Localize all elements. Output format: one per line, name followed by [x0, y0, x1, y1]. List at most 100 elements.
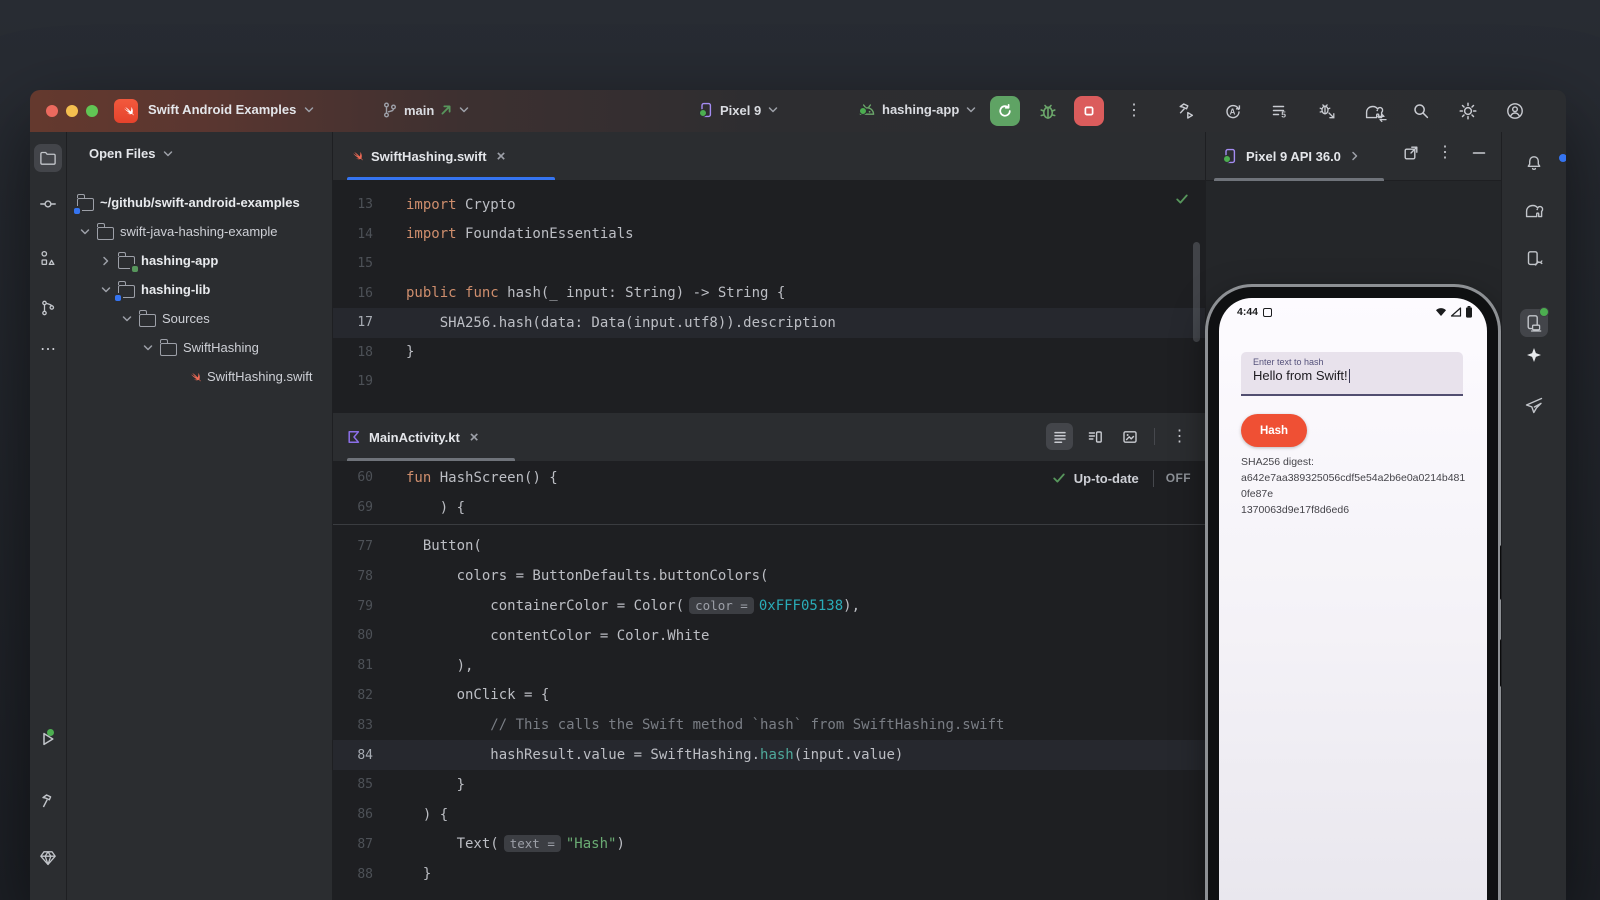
commit-tool-icon[interactable] [40, 196, 56, 212]
line-number: 87 [333, 837, 373, 852]
kotlin-file-icon [347, 430, 361, 444]
tree-item[interactable]: swift-java-hashing-example [67, 217, 332, 246]
line-number: 82 [333, 688, 373, 703]
tab-mainactivity[interactable]: MainActivity.kt × [347, 413, 479, 461]
hash-input-field[interactable]: Enter text to hash Hello from Swift! [1241, 352, 1463, 396]
project-tree: ~/github/swift-android-examples swift-ja… [67, 188, 332, 391]
more-options-icon[interactable]: ⋮ [1437, 145, 1453, 161]
status-label: Up-to-date [1074, 471, 1139, 486]
zoom-window-button[interactable] [86, 105, 98, 117]
code-text: } [406, 344, 414, 360]
tree-item[interactable]: hashing-app [67, 246, 332, 275]
run-config-selector[interactable]: hashing-app [858, 102, 977, 117]
project-view-selector[interactable]: Open Files [89, 146, 174, 161]
main-area: ⋯ Open Files ~/github/swift-android-exam… [30, 132, 1566, 900]
inspection-ok-icon[interactable] [1175, 192, 1189, 206]
gradle-elephant-icon[interactable] [1524, 202, 1544, 219]
design-view-icon[interactable] [1116, 423, 1143, 450]
tree-item-swift-file[interactable]: SwiftHashing.swift [67, 362, 332, 391]
run-tool-icon[interactable] [40, 731, 56, 747]
chevron-down-icon[interactable] [121, 313, 133, 325]
gem-tool-icon[interactable] [39, 850, 57, 866]
more-tool-windows-icon[interactable]: ⋯ [40, 342, 56, 358]
profile-icon[interactable] [1505, 101, 1525, 121]
check-icon [1052, 471, 1066, 485]
stop-button[interactable] [1074, 96, 1104, 126]
gradle-sync-icon[interactable] [1364, 101, 1384, 121]
code-line: 14 import FoundationEssentials [333, 220, 1205, 250]
editor-view-modes: ⋮ [1046, 423, 1193, 450]
build-icon[interactable] [1176, 101, 1196, 121]
live-edit-toggle[interactable]: OFF [1166, 471, 1191, 485]
tab-swifthashing[interactable]: SwiftHashing.swift × [347, 132, 505, 180]
tree-item[interactable]: hashing-lib [67, 275, 332, 304]
chevron-down-icon [767, 104, 779, 116]
emulator-header: Pixel 9 API 36.0 ⋮ [1206, 132, 1501, 181]
open-in-window-icon[interactable] [1403, 145, 1419, 161]
code-line: 16public func hash(_ input: String) -> S… [333, 279, 1205, 309]
minimize-window-button[interactable] [66, 105, 78, 117]
more-actions-button[interactable]: ⋮ [1126, 103, 1142, 119]
swift-editor[interactable]: 13import Crypto 14import FoundationEssen… [333, 180, 1205, 412]
line-number: 14 [333, 227, 373, 242]
tree-item-root[interactable]: ~/github/swift-android-examples [67, 188, 332, 217]
more-options-icon[interactable]: ⋮ [1166, 423, 1193, 450]
emulator-phone[interactable]: 4:44 Enter text to hash Hello from Swift… [1208, 287, 1498, 900]
plane-icon[interactable] [1525, 397, 1543, 415]
divider [1153, 470, 1154, 487]
tree-item[interactable]: SwiftHashing [67, 333, 332, 362]
android-icon [858, 103, 876, 116]
branch-selector[interactable]: main [382, 102, 470, 118]
search-icon[interactable] [1411, 101, 1431, 121]
line-number: 81 [333, 658, 373, 673]
settings-icon[interactable] [1458, 101, 1478, 121]
hide-panel-icon[interactable] [1471, 145, 1487, 161]
close-tab-icon[interactable]: × [497, 148, 506, 165]
apply-code-changes-icon[interactable] [1270, 101, 1290, 121]
chevron-right-icon[interactable] [100, 255, 112, 267]
line-number: 13 [333, 197, 373, 212]
running-devices-icon[interactable] [1520, 309, 1548, 337]
field-label: Enter text to hash [1253, 357, 1451, 367]
build-tool-icon[interactable] [40, 793, 56, 809]
device-manager-icon[interactable] [1525, 250, 1543, 268]
folder-icon [118, 256, 135, 269]
kotlin-editor[interactable]: 60fun HashScreen() { 69 ) { Up-to-date O… [333, 461, 1205, 900]
line-number: 86 [333, 807, 373, 822]
gemini-sparkle-icon[interactable] [1526, 347, 1542, 363]
attach-debugger-icon[interactable] [1317, 101, 1337, 121]
hash-button[interactable]: Hash [1241, 414, 1307, 447]
close-tab-icon[interactable]: × [470, 429, 479, 446]
digest-line: a642e7aa389325056cdf5e54a2b6e0a0214b4810… [1241, 470, 1471, 502]
rerun-button[interactable] [990, 96, 1020, 126]
vcs-graph-tool-icon[interactable] [40, 300, 56, 316]
debug-button[interactable] [1038, 101, 1058, 121]
editor-scrollbar[interactable] [1193, 242, 1200, 342]
apply-changes-icon[interactable] [1223, 101, 1243, 121]
code-line: 79 containerColor = Color(color =0xFFF05… [333, 591, 1205, 621]
tree-item[interactable]: Sources [67, 304, 332, 333]
chevron-down-icon[interactable] [100, 284, 112, 296]
code-text: SHA256.hash(data: Data(input.utf8)).desc… [406, 315, 836, 331]
chevron-down-icon[interactable] [142, 342, 154, 354]
notifications-bell-icon[interactable] [1502, 155, 1566, 171]
code-text: import FoundationEssentials [406, 226, 634, 242]
chevron-down-icon [965, 104, 977, 116]
code-line: 88 } [333, 859, 1205, 889]
project-selector[interactable]: Swift Android Examples [148, 102, 315, 117]
phone-screen[interactable]: 4:44 Enter text to hash Hello from Swift… [1219, 298, 1487, 900]
digest-label: SHA256 digest: [1241, 454, 1471, 470]
code-view-icon[interactable] [1046, 423, 1073, 450]
project-tool-icon[interactable] [34, 144, 62, 172]
code-text: onClick = { [406, 687, 549, 703]
code-text: contentColor = Color.White [406, 628, 709, 644]
split-view-icon[interactable] [1081, 423, 1108, 450]
structure-tool-icon[interactable] [40, 250, 57, 267]
project-panel: Open Files ~/github/swift-android-exampl… [67, 132, 333, 900]
chevron-down-icon[interactable] [79, 226, 91, 238]
emulator-device-tab[interactable]: Pixel 9 API 36.0 [1222, 132, 1361, 180]
text-cursor [1349, 369, 1351, 383]
push-arrow-icon [440, 104, 452, 116]
close-window-button[interactable] [46, 105, 58, 117]
device-selector[interactable]: Pixel 9 [698, 102, 779, 118]
